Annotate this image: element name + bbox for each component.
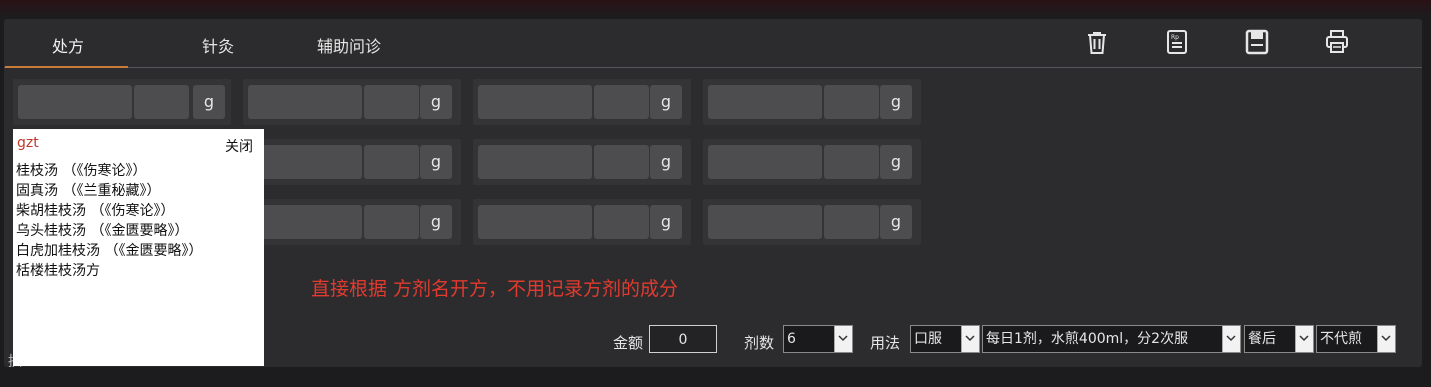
herb-amount-input[interactable] xyxy=(824,85,879,119)
window-top-bar xyxy=(0,0,1431,18)
chevron-down-icon[interactable] xyxy=(1222,326,1240,352)
chevron-down-icon[interactable] xyxy=(1295,326,1313,352)
instruction-note: 直接根据 方剂名开方，不用记录方剂的成分 xyxy=(311,278,679,300)
herb-entry: g xyxy=(473,79,691,125)
herb-entry: g xyxy=(703,79,921,125)
prescription-button[interactable]: Rp xyxy=(1165,29,1189,55)
save-icon xyxy=(1245,29,1269,55)
doses-value: 6 xyxy=(787,331,796,347)
amount-label: 金额 xyxy=(613,334,644,352)
herb-amount-input[interactable] xyxy=(594,85,649,119)
herb-amount-input[interactable] xyxy=(364,145,419,179)
tab-assisted-diagnosis[interactable]: 辅助问诊 xyxy=(317,33,381,57)
herb-amount-input[interactable] xyxy=(824,205,879,239)
herb-entry: g xyxy=(13,79,231,125)
svg-text:Rp: Rp xyxy=(1171,34,1179,41)
herb-amount-input[interactable] xyxy=(134,85,189,119)
decoction-value: 不代煎 xyxy=(1320,331,1362,347)
amount-field[interactable]: 0 xyxy=(649,325,717,353)
suggestion-item[interactable]: 桂枝汤 （《伤寒论》） xyxy=(16,160,146,180)
active-tab-indicator xyxy=(5,66,128,68)
search-query: gzt xyxy=(17,135,39,151)
herb-amount-input[interactable] xyxy=(824,145,879,179)
herb-name-input[interactable] xyxy=(708,205,822,239)
herb-entry: g xyxy=(243,139,461,185)
herb-name-input[interactable] xyxy=(248,85,362,119)
doses-label: 剂数 xyxy=(744,334,775,352)
chevron-down-icon[interactable] xyxy=(834,326,852,352)
tab-prescription[interactable]: 处方 xyxy=(52,33,84,57)
herb-entry: g xyxy=(473,199,691,245)
unit-label: g xyxy=(650,145,682,179)
herb-entry: g xyxy=(703,139,921,185)
herb-amount-input[interactable] xyxy=(594,205,649,239)
unit-label: g xyxy=(420,145,452,179)
decoction-select[interactable]: 不代煎 xyxy=(1316,325,1396,353)
unit-label: g xyxy=(880,145,912,179)
herb-amount-input[interactable] xyxy=(364,85,419,119)
suggestion-item[interactable]: 白虎加桂枝汤 （《金匮要略》） xyxy=(16,240,202,260)
suggestion-item[interactable]: 栝楼桂枝汤方 xyxy=(16,260,100,280)
suggestion-item[interactable]: 乌头桂枝汤 （《金匮要略》） xyxy=(16,220,188,240)
herb-entry: g xyxy=(243,199,461,245)
route-value: 口服 xyxy=(914,331,942,347)
herb-name-input[interactable] xyxy=(478,145,592,179)
save-button[interactable] xyxy=(1245,29,1269,55)
frequency-value: 每日1剂，水煎400ml，分2次服 xyxy=(986,331,1189,347)
route-select[interactable]: 口服 xyxy=(910,325,980,353)
unit-label: g xyxy=(650,205,682,239)
tab-bar: 处方 针灸 辅助问诊 Rp xyxy=(4,19,1422,68)
herb-amount-input[interactable] xyxy=(594,145,649,179)
unit-label: g xyxy=(650,85,682,119)
timing-select[interactable]: 餐后 xyxy=(1244,325,1314,353)
chevron-down-icon[interactable] xyxy=(961,326,979,352)
prescription-icon: Rp xyxy=(1167,30,1187,54)
usage-label: 用法 xyxy=(870,334,901,352)
formula-suggestion-dropdown: gzt 关闭 桂枝汤 （《伤寒论》） 固真汤 （《兰重秘藏》） 柴胡桂枝汤 （《… xyxy=(13,129,264,366)
herb-name-input[interactable] xyxy=(248,205,362,239)
unit-label: g xyxy=(193,85,225,119)
unit-label: g xyxy=(880,205,912,239)
herb-entry: g xyxy=(703,199,921,245)
print-button[interactable] xyxy=(1325,29,1349,55)
unit-label: g xyxy=(880,85,912,119)
herb-name-input[interactable] xyxy=(18,85,132,119)
trash-icon xyxy=(1088,32,1106,54)
unit-label: g xyxy=(420,85,452,119)
herb-name-input[interactable] xyxy=(478,85,592,119)
tab-acupuncture[interactable]: 针灸 xyxy=(202,33,234,57)
frequency-select[interactable]: 每日1剂，水煎400ml，分2次服 xyxy=(982,325,1241,353)
doses-select[interactable]: 6 xyxy=(783,325,853,353)
print-icon xyxy=(1326,30,1348,53)
herb-name-input[interactable] xyxy=(478,205,592,239)
unit-label: g xyxy=(420,205,452,239)
suggestion-item[interactable]: 柴胡桂枝汤 （《伤寒论》） xyxy=(16,200,174,220)
close-button[interactable]: 关闭 xyxy=(225,136,253,156)
herb-entry: g xyxy=(243,79,461,125)
herb-name-input[interactable] xyxy=(708,85,822,119)
delete-button[interactable] xyxy=(1085,29,1109,55)
timing-value: 餐后 xyxy=(1248,331,1276,347)
herb-name-input[interactable] xyxy=(708,145,822,179)
herb-amount-input[interactable] xyxy=(364,205,419,239)
herb-name-input[interactable] xyxy=(248,145,362,179)
suggestion-item[interactable]: 固真汤 （《兰重秘藏》） xyxy=(16,180,160,200)
herb-entry: g xyxy=(473,139,691,185)
chevron-down-icon[interactable] xyxy=(1377,326,1395,352)
